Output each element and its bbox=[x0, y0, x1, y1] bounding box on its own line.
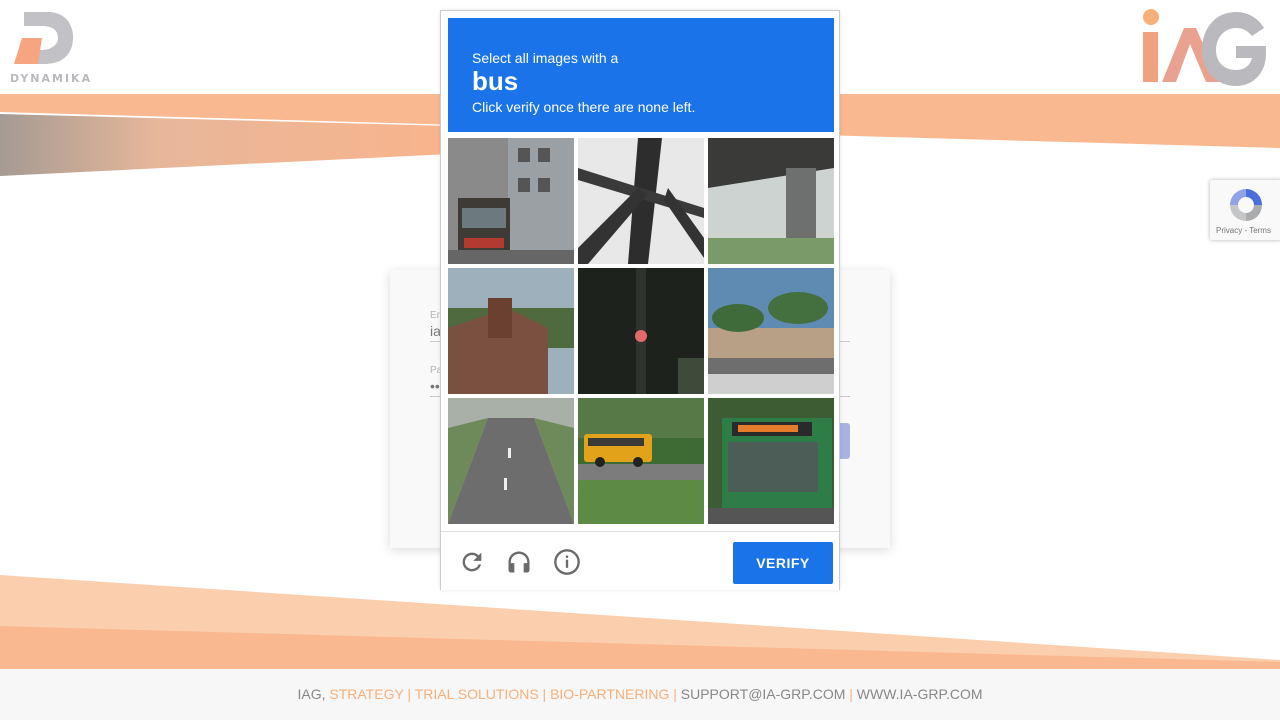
captcha-tile-5[interactable] bbox=[578, 268, 704, 394]
captcha-challenge: Select all images with a bus Click verif… bbox=[440, 10, 840, 590]
reload-icon[interactable] bbox=[458, 548, 486, 576]
captcha-tile-4[interactable] bbox=[448, 268, 574, 394]
captcha-tile-8[interactable] bbox=[578, 398, 704, 524]
challenge-footer: VERIFY bbox=[441, 531, 839, 590]
challenge-header: Select all images with a bus Click verif… bbox=[448, 18, 834, 132]
instruction-line-3: Click verify once there are none left. bbox=[472, 99, 696, 115]
footer-company: IAG, bbox=[297, 686, 330, 702]
captcha-tile-1[interactable] bbox=[448, 138, 574, 264]
target-object: bus bbox=[472, 66, 519, 96]
captcha-tile-6[interactable] bbox=[708, 268, 834, 394]
iag-logo bbox=[1140, 6, 1270, 86]
headphones-icon[interactable] bbox=[505, 548, 533, 576]
footer-email-link[interactable]: SUPPORT@IA-GRP.COM bbox=[681, 686, 846, 702]
captcha-tile-9[interactable] bbox=[708, 398, 834, 524]
recaptcha-privacy-terms[interactable]: Privacy - Terms bbox=[1216, 226, 1271, 235]
footer-separator: | bbox=[845, 686, 857, 702]
dynamika-logo-text: DYNAMIKA bbox=[10, 72, 93, 85]
instruction-line-1: Select all images with a bbox=[472, 50, 619, 66]
footer-services: STRATEGY | TRIAL SOLUTIONS | BIO-PARTNER… bbox=[329, 686, 681, 702]
captcha-tile-2[interactable] bbox=[578, 138, 704, 264]
dynamika-logo: DYNAMIKA bbox=[8, 10, 90, 86]
recaptcha-logo-icon bbox=[1230, 189, 1262, 221]
footer-website-link[interactable]: WWW.IA-GRP.COM bbox=[857, 686, 983, 702]
verify-button[interactable]: VERIFY bbox=[733, 542, 833, 584]
page-footer: IAG, STRATEGY | TRIAL SOLUTIONS | BIO-PA… bbox=[0, 669, 1280, 720]
recaptcha-badge[interactable]: Privacy - Terms bbox=[1210, 180, 1280, 240]
info-icon[interactable] bbox=[553, 548, 581, 576]
captcha-tile-3[interactable] bbox=[708, 138, 834, 264]
captcha-tile-7[interactable] bbox=[448, 398, 574, 524]
